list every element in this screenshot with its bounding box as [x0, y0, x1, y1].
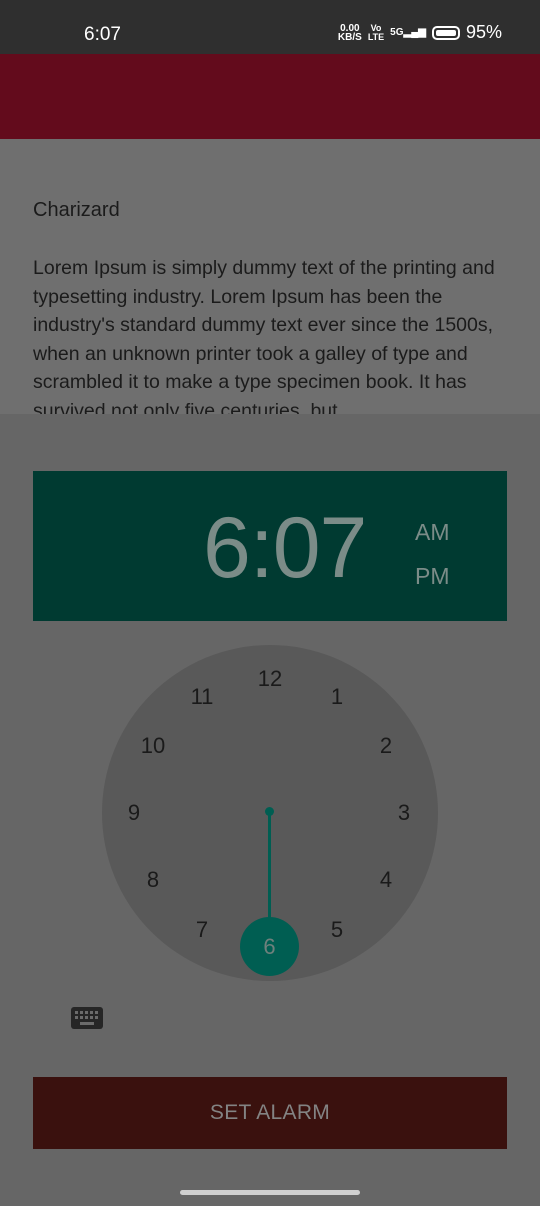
pm-toggle[interactable]: PM: [415, 563, 450, 590]
navigation-handle[interactable]: [180, 1190, 360, 1195]
clock-number-2[interactable]: 2: [380, 733, 392, 759]
item-title: Charizard: [33, 199, 120, 221]
status-icons: 0.00 KB/S Vo LTE 5G▂▄▆ 95%: [338, 22, 502, 43]
keyboard-icon[interactable]: [71, 1007, 103, 1029]
signal-icon: 5G▂▄▆: [390, 27, 426, 38]
clock-number-5[interactable]: 5: [331, 917, 343, 943]
clock-number-11[interactable]: 11: [191, 684, 214, 710]
clock-number-7[interactable]: 7: [196, 917, 208, 943]
battery-icon: [431, 25, 460, 40]
clock-center: [265, 807, 274, 816]
clock-number-10[interactable]: 10: [141, 733, 165, 759]
am-toggle[interactable]: AM: [415, 519, 450, 546]
network-speed: 0.00 KB/S: [337, 22, 362, 43]
time-header: 6:07 AM PM: [33, 471, 507, 621]
content-area: Charizard Lorem Ipsum is simply dummy te…: [0, 139, 540, 414]
status-bar: 6:07 0.00 KB/S Vo LTE 5G▂▄▆ 95%: [0, 0, 540, 54]
clock-number-3[interactable]: 3: [398, 800, 410, 826]
selected-time[interactable]: 6:07: [203, 499, 367, 598]
clock-number-12[interactable]: 12: [258, 666, 282, 692]
battery-percent: 95%: [465, 22, 502, 42]
volte-icon: Vo LTE: [367, 22, 385, 42]
clock-hand[interactable]: [268, 811, 271, 926]
clock-number-4[interactable]: 4: [380, 867, 392, 893]
clock-number-9[interactable]: 9: [128, 800, 140, 826]
set-alarm-button[interactable]: SET ALARM: [33, 1077, 507, 1149]
clock-number-1[interactable]: 1: [331, 684, 343, 710]
status-time: 6:07: [84, 24, 121, 45]
clock-number-8[interactable]: 8: [147, 867, 159, 893]
app-bar: [0, 54, 540, 139]
item-description: Lorem Ipsum is simply dummy text of the …: [33, 257, 495, 414]
selected-hour[interactable]: 6: [240, 917, 299, 976]
